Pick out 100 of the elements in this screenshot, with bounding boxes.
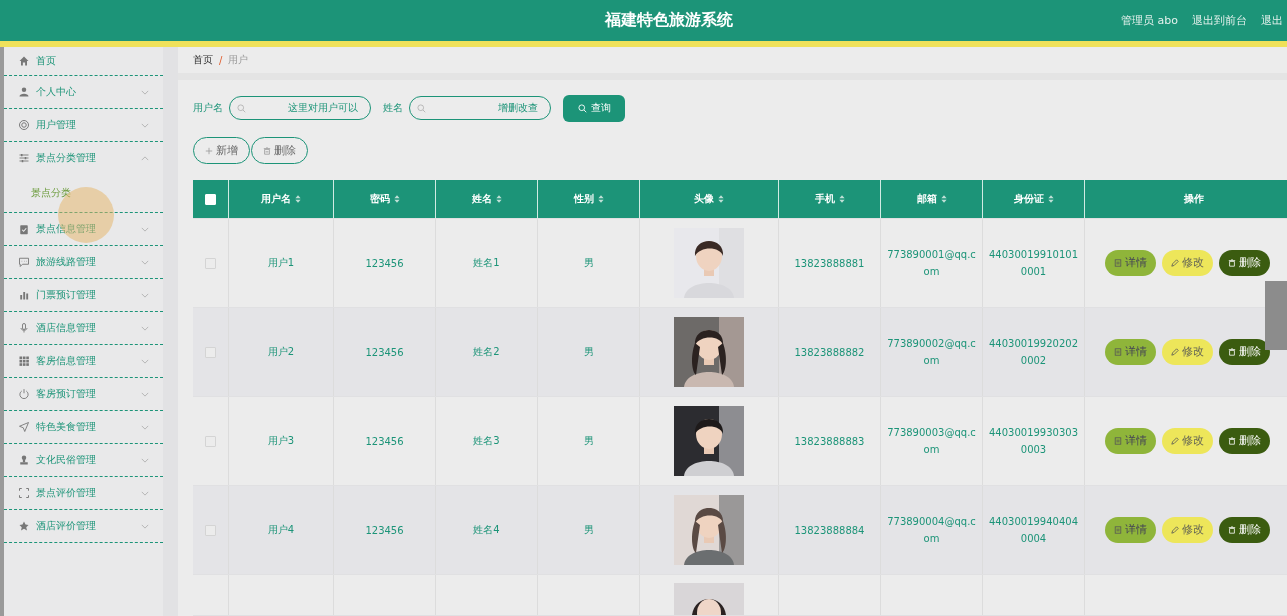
power-icon bbox=[18, 388, 30, 400]
column-header[interactable]: 手机 bbox=[779, 180, 881, 218]
menu-item[interactable]: 门票预订管理 bbox=[4, 279, 163, 311]
search-icon bbox=[577, 103, 587, 113]
table-cell-text: 773890002@qq.com bbox=[886, 336, 977, 368]
pencil-icon bbox=[1171, 526, 1179, 534]
chevron-icon bbox=[141, 325, 149, 331]
column-header[interactable]: 姓名 bbox=[436, 180, 538, 218]
column-header[interactable]: 头像 bbox=[640, 180, 779, 218]
table-cell: 姓名2 bbox=[473, 345, 500, 359]
chevron-icon bbox=[141, 391, 149, 397]
edit-button[interactable]: 修改 bbox=[1162, 250, 1213, 276]
grid-icon bbox=[18, 355, 30, 367]
submenu-item[interactable]: 景点分类 bbox=[4, 174, 163, 212]
sort-icon bbox=[597, 195, 604, 203]
table-cell: 用户4 bbox=[267, 523, 295, 537]
row-checkbox[interactable] bbox=[205, 524, 216, 536]
clipboard-icon bbox=[18, 223, 30, 235]
mic-icon bbox=[18, 322, 30, 334]
column-header[interactable]: 操作 bbox=[1085, 180, 1287, 218]
header-link[interactable]: 退出 bbox=[1261, 13, 1283, 28]
chat-icon bbox=[18, 256, 30, 268]
delete-button[interactable]: 删除 bbox=[1219, 517, 1270, 543]
table-cell-text: 440300199404040004 bbox=[987, 514, 1080, 546]
menu-item[interactable]: 特色美食管理 bbox=[4, 411, 163, 443]
row-checkbox[interactable] bbox=[205, 435, 216, 447]
chevron-icon bbox=[141, 424, 149, 430]
menu-item[interactable]: 文化民俗管理 bbox=[4, 444, 163, 476]
delete-button[interactable]: 删除 bbox=[1219, 339, 1270, 365]
trash-icon bbox=[1228, 348, 1236, 356]
chevron-icon bbox=[141, 259, 149, 265]
menu-item[interactable]: 景点信息管理 bbox=[4, 213, 163, 245]
column-header[interactable]: 性别 bbox=[538, 180, 640, 218]
header-link[interactable]: 退出到前台 bbox=[1192, 13, 1247, 28]
table-cell: 13823888884 bbox=[794, 524, 865, 536]
header-link[interactable]: 管理员 abo bbox=[1121, 13, 1178, 28]
menu-item[interactable]: 景点评价管理 bbox=[4, 477, 163, 509]
menu-item[interactable]: 个人中心 bbox=[4, 76, 163, 108]
menu-item[interactable]: 用户管理 bbox=[4, 109, 163, 141]
document-icon bbox=[1114, 259, 1122, 267]
table-cell: 姓名1 bbox=[473, 256, 500, 270]
chevron-icon bbox=[141, 523, 149, 529]
scrollbar-thumb[interactable] bbox=[1265, 281, 1287, 350]
select-all-checkbox[interactable] bbox=[205, 193, 216, 205]
menu-item[interactable]: 酒店信息管理 bbox=[4, 312, 163, 344]
detail-button[interactable]: 详情 bbox=[1105, 339, 1156, 365]
column-header[interactable]: 用户名 bbox=[229, 180, 334, 218]
delete-button[interactable]: 删除 bbox=[1219, 428, 1270, 454]
column-header[interactable]: 邮箱 bbox=[881, 180, 983, 218]
table-cell: 13823888883 bbox=[794, 435, 865, 447]
trash-icon bbox=[1228, 259, 1236, 267]
trash-icon bbox=[1228, 437, 1236, 445]
send-icon bbox=[18, 421, 30, 433]
row-checkbox[interactable] bbox=[205, 346, 216, 358]
field-label: 用户名 bbox=[193, 101, 223, 115]
detail-button[interactable]: 详情 bbox=[1105, 250, 1156, 276]
frame-icon bbox=[18, 487, 30, 499]
edit-button[interactable]: 修改 bbox=[1162, 339, 1213, 365]
table-cell: 123456 bbox=[365, 435, 404, 447]
menu-item[interactable]: 旅游线路管理 bbox=[4, 246, 163, 278]
breadcrumb-link[interactable]: 首页 bbox=[193, 53, 213, 67]
chevron-icon bbox=[141, 89, 149, 95]
plus-icon bbox=[205, 146, 213, 155]
column-header[interactable]: 身份证 bbox=[983, 180, 1085, 218]
menu-item[interactable]: 客房预订管理 bbox=[4, 378, 163, 410]
trash-icon bbox=[263, 146, 271, 155]
pencil-icon bbox=[1171, 348, 1179, 356]
detail-button[interactable]: 详情 bbox=[1105, 428, 1156, 454]
edit-button[interactable]: 修改 bbox=[1162, 517, 1213, 543]
row-checkbox[interactable] bbox=[205, 257, 216, 269]
detail-button[interactable]: 详情 bbox=[1105, 517, 1156, 543]
table-cell-text: 773890003@qq.com bbox=[886, 425, 977, 457]
document-icon bbox=[1114, 348, 1122, 356]
search-button[interactable]: 查询 bbox=[563, 94, 625, 122]
menu-item[interactable]: 景点分类管理 bbox=[4, 142, 163, 174]
sort-icon bbox=[718, 195, 724, 203]
chevron-icon bbox=[141, 490, 149, 496]
menu-item[interactable]: 酒店评价管理 bbox=[4, 510, 163, 542]
document-icon bbox=[1114, 437, 1122, 445]
table-cell: 男 bbox=[583, 523, 594, 537]
star-icon bbox=[18, 520, 30, 532]
table-cell: 123456 bbox=[365, 346, 404, 358]
table-cell-text: 773890004@qq.com bbox=[886, 514, 977, 546]
chevron-icon bbox=[141, 457, 149, 463]
breadcrumb-separator: / bbox=[219, 54, 223, 66]
stamp-icon bbox=[18, 454, 30, 466]
menu-item[interactable]: 客房信息管理 bbox=[4, 345, 163, 377]
edit-button[interactable]: 修改 bbox=[1162, 428, 1213, 454]
sort-icon bbox=[295, 195, 301, 203]
search-icon bbox=[237, 103, 246, 113]
breadcrumb-link[interactable]: 用户 bbox=[228, 53, 249, 67]
chevron-icon bbox=[141, 292, 149, 298]
table-cell-text: 773890001@qq.com bbox=[886, 247, 977, 279]
table-cell: 123456 bbox=[365, 257, 404, 269]
sort-icon bbox=[393, 195, 400, 203]
menu-item[interactable]: 首页 bbox=[4, 47, 163, 75]
column-header[interactable]: 密码 bbox=[334, 180, 436, 218]
delete-button[interactable]: 删除 bbox=[1219, 250, 1270, 276]
table-cell: 姓名4 bbox=[473, 523, 500, 537]
bars-icon bbox=[18, 289, 30, 301]
